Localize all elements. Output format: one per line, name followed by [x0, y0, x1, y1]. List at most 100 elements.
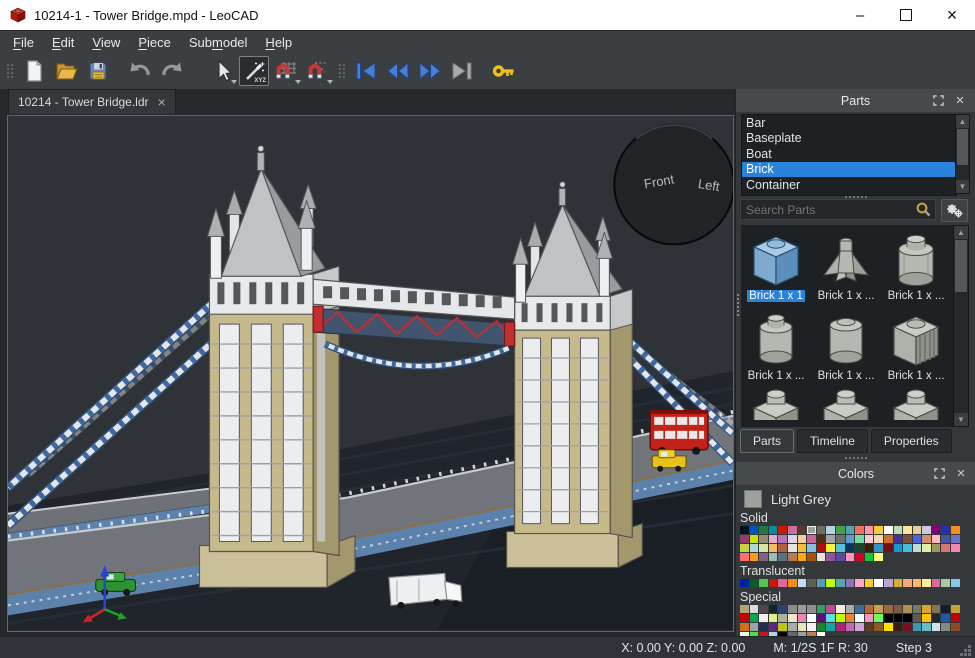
color-swatch[interactable]	[788, 579, 797, 587]
color-swatch[interactable]	[922, 605, 931, 613]
color-swatch[interactable]	[846, 553, 855, 561]
color-swatch[interactable]	[826, 605, 835, 613]
color-swatch[interactable]	[807, 535, 816, 543]
color-swatch[interactable]	[874, 605, 883, 613]
color-swatch[interactable]	[778, 614, 787, 622]
color-swatch[interactable]	[740, 535, 749, 543]
color-swatch[interactable]	[750, 605, 759, 613]
color-swatch[interactable]	[769, 526, 778, 534]
color-swatch[interactable]	[855, 526, 864, 534]
color-swatch[interactable]	[778, 605, 787, 613]
color-swatch[interactable]	[884, 579, 893, 587]
float-panel-icon[interactable]	[928, 462, 950, 485]
color-swatch[interactable]	[798, 614, 807, 622]
color-swatch[interactable]	[750, 579, 759, 587]
part-item[interactable]: Brick 1 x ...	[741, 305, 811, 382]
color-swatch[interactable]	[759, 623, 768, 631]
toolbar-grip[interactable]	[338, 59, 346, 83]
color-swatch[interactable]	[932, 544, 941, 552]
color-swatch[interactable]	[941, 535, 950, 543]
color-swatch[interactable]	[855, 614, 864, 622]
color-swatch[interactable]	[865, 579, 874, 587]
color-swatch[interactable]	[769, 623, 778, 631]
color-swatch[interactable]	[788, 605, 797, 613]
parts-options-button[interactable]	[941, 199, 968, 222]
color-swatch[interactable]	[817, 544, 826, 552]
color-swatch[interactable]	[941, 605, 950, 613]
color-swatch[interactable]	[759, 553, 768, 561]
open-file-button[interactable]	[51, 56, 81, 86]
color-swatch[interactable]	[894, 623, 903, 631]
view-sphere[interactable]: Front Left	[614, 125, 733, 245]
first-step-button[interactable]	[351, 56, 381, 86]
color-swatch[interactable]	[894, 614, 903, 622]
color-swatch[interactable]	[769, 605, 778, 613]
color-swatch[interactable]	[798, 535, 807, 543]
color-swatch[interactable]	[951, 526, 960, 534]
color-swatch[interactable]	[913, 544, 922, 552]
color-swatch[interactable]	[836, 605, 845, 613]
color-swatch[interactable]	[798, 544, 807, 552]
part-item[interactable]: Brick 1 x ...	[881, 305, 951, 382]
3d-viewport[interactable]: Front Left	[7, 115, 734, 632]
menu-piece[interactable]: Piece	[129, 32, 180, 53]
minimize-button[interactable]: –	[837, 0, 883, 30]
color-swatch[interactable]	[836, 544, 845, 552]
color-swatch[interactable]	[807, 553, 816, 561]
color-swatch[interactable]	[874, 623, 883, 631]
color-swatch[interactable]	[740, 614, 749, 622]
close-panel-icon[interactable]: ×	[949, 89, 971, 112]
color-swatch[interactable]	[951, 535, 960, 543]
color-swatch[interactable]	[836, 579, 845, 587]
part-item[interactable]: Brick 1 x ...	[811, 225, 881, 302]
color-swatch[interactable]	[922, 614, 931, 622]
color-swatch[interactable]	[855, 535, 864, 543]
menu-submodel[interactable]: Submodel	[180, 32, 257, 53]
color-swatch[interactable]	[865, 544, 874, 552]
part-item[interactable]	[881, 386, 951, 420]
color-swatch[interactable]	[759, 535, 768, 543]
color-swatch[interactable]	[951, 623, 960, 631]
color-swatch[interactable]	[750, 535, 759, 543]
color-swatch[interactable]	[865, 553, 874, 561]
color-swatch[interactable]	[951, 605, 960, 613]
color-swatch[interactable]	[798, 526, 807, 534]
menu-view[interactable]: View	[83, 32, 129, 53]
color-swatch[interactable]	[922, 535, 931, 543]
color-swatch[interactable]	[855, 623, 864, 631]
part-item[interactable]: Brick 1 x 1	[741, 225, 811, 302]
undo-button[interactable]	[125, 56, 155, 86]
color-swatch[interactable]	[874, 526, 883, 534]
color-swatch[interactable]	[759, 544, 768, 552]
color-swatch[interactable]	[778, 535, 787, 543]
color-swatch[interactable]	[913, 623, 922, 631]
color-swatch[interactable]	[759, 614, 768, 622]
color-swatch[interactable]	[826, 614, 835, 622]
color-swatch[interactable]	[913, 535, 922, 543]
color-swatch[interactable]	[826, 535, 835, 543]
color-swatch[interactable]	[750, 614, 759, 622]
new-file-button[interactable]	[19, 56, 49, 86]
color-swatch[interactable]	[817, 526, 826, 534]
category-boat[interactable]: Boat	[742, 146, 956, 162]
color-swatch[interactable]	[836, 553, 845, 561]
snap-rotations-button[interactable]	[303, 56, 333, 86]
menu-file[interactable]: File	[4, 32, 43, 53]
color-swatch[interactable]	[855, 605, 864, 613]
color-swatch[interactable]	[951, 579, 960, 587]
color-swatch[interactable]	[855, 553, 864, 561]
part-item[interactable]	[811, 386, 881, 420]
color-swatch[interactable]	[740, 526, 749, 534]
select-tool-dropdown[interactable]	[231, 80, 237, 84]
color-swatch[interactable]	[807, 544, 816, 552]
scrollbar-thumb[interactable]	[957, 129, 968, 165]
color-swatch[interactable]	[826, 544, 835, 552]
color-swatch[interactable]	[865, 526, 874, 534]
part-item[interactable]: Brick 1 x ...	[881, 225, 951, 302]
last-step-button[interactable]	[447, 56, 477, 86]
color-swatch[interactable]	[884, 623, 893, 631]
color-swatch[interactable]	[817, 623, 826, 631]
color-swatch[interactable]	[750, 553, 759, 561]
color-swatch[interactable]	[807, 605, 816, 613]
colors-panel-header[interactable]: Colors ×	[736, 462, 975, 485]
